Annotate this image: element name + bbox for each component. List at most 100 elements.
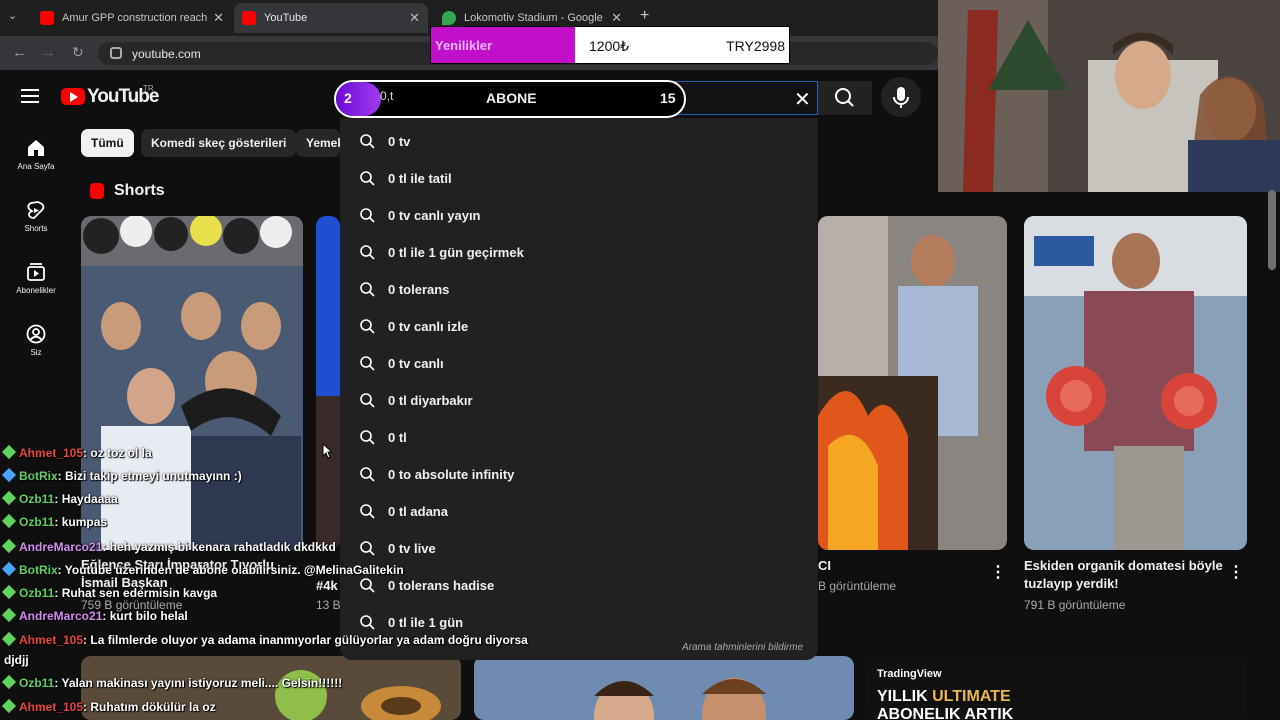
microphone-icon[interactable] <box>881 77 921 117</box>
short-thumbnail-2[interactable] <box>316 216 340 550</box>
search-icon <box>360 578 375 593</box>
chat-badge-icon <box>1 490 17 506</box>
goal-target: 15 <box>660 90 676 106</box>
chat-message: Ozb11: Yalan makinası yayını istiyoruz m… <box>1 674 342 690</box>
hamburger-menu-icon[interactable] <box>21 89 39 103</box>
short-thumbnail-4[interactable] <box>1024 216 1247 550</box>
report-predictions-link[interactable]: Arama tahminlerini bildirme <box>682 642 803 653</box>
search-icon <box>360 171 375 186</box>
tab-list-icon[interactable]: ⌄ <box>8 9 17 22</box>
search-suggestion[interactable]: 0 tl ile 1 gün geçirmek <box>360 234 800 271</box>
chat-message: Ahmet_105: Ruhatım dökülür la oz <box>1 698 216 714</box>
search-suggestion[interactable]: 0 to absolute infinity <box>360 456 800 493</box>
search-suggestion[interactable]: 0 tv canlı <box>360 345 800 382</box>
video-thumbnail-3[interactable]: TradingView YILLIK ULTIMATE ABONELIK ART… <box>867 656 1247 720</box>
chat-text: : Haydaaaa <box>54 492 118 506</box>
chat-username: Ozb11 <box>19 515 55 529</box>
short-title[interactable]: Eskiden organik domatesi böyle tuzlayıp … <box>1024 557 1224 593</box>
chat-username: AndreMarco21 <box>19 609 103 623</box>
chip-food[interactable]: Yemek <box>296 129 340 157</box>
tab-title: Lokomotiv Stadium - Google H <box>464 12 606 24</box>
more-options-icon[interactable]: ⋮ <box>990 562 1006 582</box>
suggestion-text: 0 tl <box>388 430 407 445</box>
search-suggestion[interactable]: 0 tl <box>360 419 800 456</box>
chat-message: djdjj <box>4 653 29 667</box>
search-suggestion[interactable]: 0 tv live <box>360 530 800 567</box>
close-icon[interactable]: ✕ <box>794 87 811 112</box>
suggestion-text: 0 tv canlı <box>388 356 444 371</box>
suggestion-text: 0 tl ile 1 gün geçirmek <box>388 245 524 260</box>
chat-username: Ozb11 <box>19 586 55 600</box>
chip-all[interactable]: Tümü <box>81 129 134 157</box>
chat-badge-icon <box>1 561 17 577</box>
search-icon <box>360 541 375 556</box>
chat-text: : Bizi takip etmeyi unutmayınn :) <box>57 469 242 483</box>
youtube-logo-icon[interactable] <box>61 88 85 105</box>
search-suggestion[interactable]: 0 tl diyarbakır <box>360 382 800 419</box>
close-tab-icon[interactable]: ✕ <box>611 10 622 26</box>
close-tab-icon[interactable]: ✕ <box>213 10 224 26</box>
chat-message: AndreMarco21: kurt bilo helal <box>1 607 188 623</box>
home-icon <box>28 140 44 156</box>
video-thumbnail-2[interactable] <box>474 656 854 720</box>
mouse-cursor-icon <box>322 443 332 459</box>
short-title[interactable]: #4k <box>316 577 338 595</box>
search-suggestion[interactable]: 0 tolerans <box>360 271 800 308</box>
page-scrollbar[interactable] <box>1268 190 1276 270</box>
search-icon <box>360 356 375 371</box>
search-icon <box>360 430 375 445</box>
search-icon <box>360 282 375 297</box>
tab-amur[interactable]: Amur GPP construction reache ✕ <box>32 3 232 33</box>
chip-comedy[interactable]: Komedi skeç gösterileri <box>141 129 297 157</box>
short-thumbnail-3[interactable] <box>818 216 1007 550</box>
chat-message: Ozb11: Haydaaaa <box>1 490 118 506</box>
sidebar-item-shorts[interactable]: Shorts <box>0 200 72 233</box>
more-options-icon[interactable]: ⋮ <box>1228 562 1244 582</box>
chat-message: BotRix: Bizi takip etmeyi unutmayınn :) <box>1 467 242 483</box>
chat-text: : kurt bilo helal <box>102 609 188 623</box>
shorts-section-title: Shorts <box>114 182 165 199</box>
chat-text: : La filmlerde oluyor ya adama inanmıyor… <box>83 633 528 647</box>
suggestion-text: 0 tl diyarbakır <box>388 393 473 408</box>
chat-username: Ozb11 <box>19 676 55 690</box>
sidebar-item-label: Siz <box>30 348 42 357</box>
chat-text: : kumpas <box>54 515 108 529</box>
search-suggestion[interactable]: 0 tolerans hadise <box>360 567 800 604</box>
chat-badge-icon <box>1 584 17 600</box>
forward-icon[interactable]: → <box>41 44 56 61</box>
back-icon[interactable]: ← <box>12 44 27 61</box>
search-suggestion[interactable]: 0 tv canlı izle <box>360 308 800 345</box>
site-info-icon[interactable] <box>110 47 122 59</box>
chat-username: Ahmet_105 <box>19 633 84 647</box>
search-icon <box>360 208 375 223</box>
reload-icon[interactable]: ↻ <box>72 44 84 61</box>
suggestion-text: 0 tv <box>388 134 411 149</box>
search-button[interactable] <box>818 81 872 115</box>
short-title[interactable]: CI <box>818 557 831 575</box>
short-views: B görüntüleme <box>818 579 897 593</box>
search-suggestion[interactable]: 0 tv <box>360 123 800 160</box>
tab-youtube[interactable]: YouTube ✕ <box>234 3 428 33</box>
close-tab-icon[interactable]: ✕ <box>409 10 420 26</box>
subscriptions-icon <box>27 263 45 281</box>
chat-username: Ahmet_105 <box>19 446 84 460</box>
search-typed-value: 0,t <box>380 89 394 103</box>
tab-title: Amur GPP construction reache <box>62 12 208 24</box>
sidebar-item-label: Shorts <box>24 224 48 233</box>
new-tab-icon[interactable]: + <box>640 7 649 25</box>
sidebar-item-you[interactable]: Siz <box>0 324 72 357</box>
suggestion-text: 0 to absolute infinity <box>388 467 515 482</box>
chat-text: djdjj <box>4 653 29 667</box>
chat-message: Ozb11: kumpas <box>1 513 108 529</box>
youtube-favicon-icon <box>40 11 54 25</box>
sidebar-item-home[interactable]: Ana Sayfa <box>0 138 72 171</box>
suggestion-text: 0 tl adana <box>388 504 448 519</box>
search-icon <box>360 615 375 630</box>
chat-badge-icon <box>1 631 17 647</box>
chat-message: BotRix: Youtube üzerinden de abone olabi… <box>1 561 404 577</box>
search-suggestion[interactable]: 0 tl adana <box>360 493 800 530</box>
search-suggestion[interactable]: 0 tv canlı yayın <box>360 197 800 234</box>
country-code: TR <box>143 84 154 93</box>
sidebar-item-subscriptions[interactable]: Abonelikler <box>0 262 72 295</box>
search-suggestion[interactable]: 0 tl ile tatil <box>360 160 800 197</box>
